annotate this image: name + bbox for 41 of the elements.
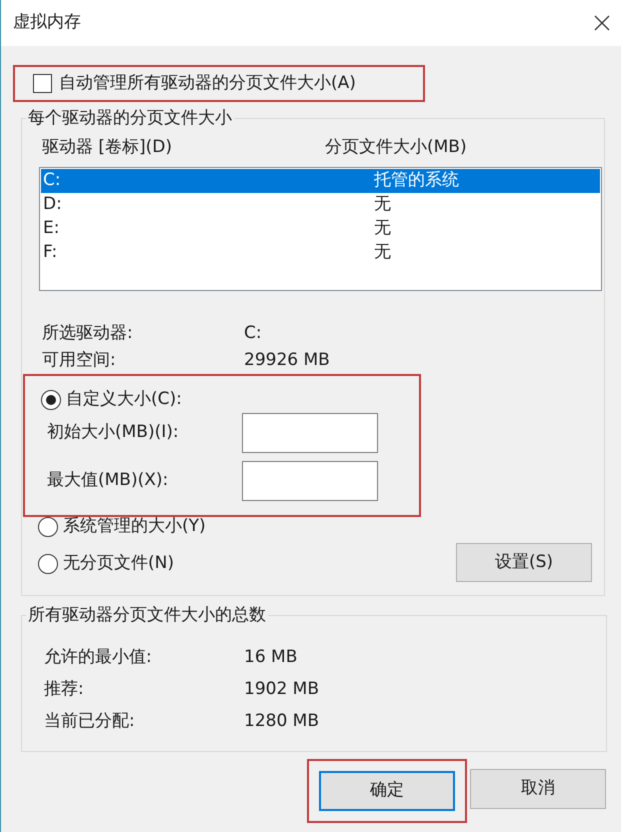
radio-button[interactable] [38,517,58,537]
input-field[interactable] [242,413,378,453]
drive-row[interactable]: C: 托管的系统 [41,169,600,193]
drive-letter: F: [42,241,58,264]
field-label: 初始大小(MB)(I): [47,421,180,444]
page-file-size: 托管的系统 [374,169,459,192]
page-file-size: 无 [374,193,391,216]
checkbox-label: 自动管理所有驱动器的分页文件大小(A) [59,72,356,95]
drive-letter: E: [42,217,60,240]
radio-label: 系统管理的大小(Y) [63,515,206,538]
info-value: 1902 MB [244,678,319,702]
info-label: 推荐: [44,678,85,702]
settings-button[interactable]: 设置(S) [456,543,592,582]
info-label: 所选驱动器: [42,322,134,345]
field-label: 最大值(MB)(X): [47,469,170,492]
drive-letter: C: [42,169,62,192]
page-file-size: 无 [374,217,391,240]
radio-button[interactable] [41,390,61,410]
checkbox[interactable] [33,74,52,93]
column-header: 驱动器 [卷标](D) [42,136,174,160]
drive-row[interactable]: E: 无 [41,217,600,241]
info-label: 可用空间: [42,348,117,372]
info-value: 1280 MB [244,710,319,734]
ok-button[interactable]: 确定 [319,771,455,811]
close-icon [594,15,610,31]
drive-row[interactable]: D: 无 [41,193,600,217]
drive-row[interactable]: F: 无 [41,241,600,265]
radio-button[interactable] [38,554,58,574]
info-label: 允许的最小值: [44,646,153,670]
info-value: C: [244,322,262,345]
column-header: 分页文件大小(MB) [325,136,467,160]
window-title: 虚拟内存 [13,11,81,34]
cancel-button[interactable]: 取消 [470,769,606,809]
info-value: 29926 MB [244,348,330,372]
drive-letter: D: [42,193,63,216]
radio-label: 无分页文件(N) [63,552,174,576]
input-field[interactable] [242,461,378,501]
info-value: 16 MB [244,646,298,670]
page-file-size: 无 [374,241,391,264]
info-label: 当前已分配: [44,710,136,734]
radio-label: 自定义大小(C): [66,388,182,412]
